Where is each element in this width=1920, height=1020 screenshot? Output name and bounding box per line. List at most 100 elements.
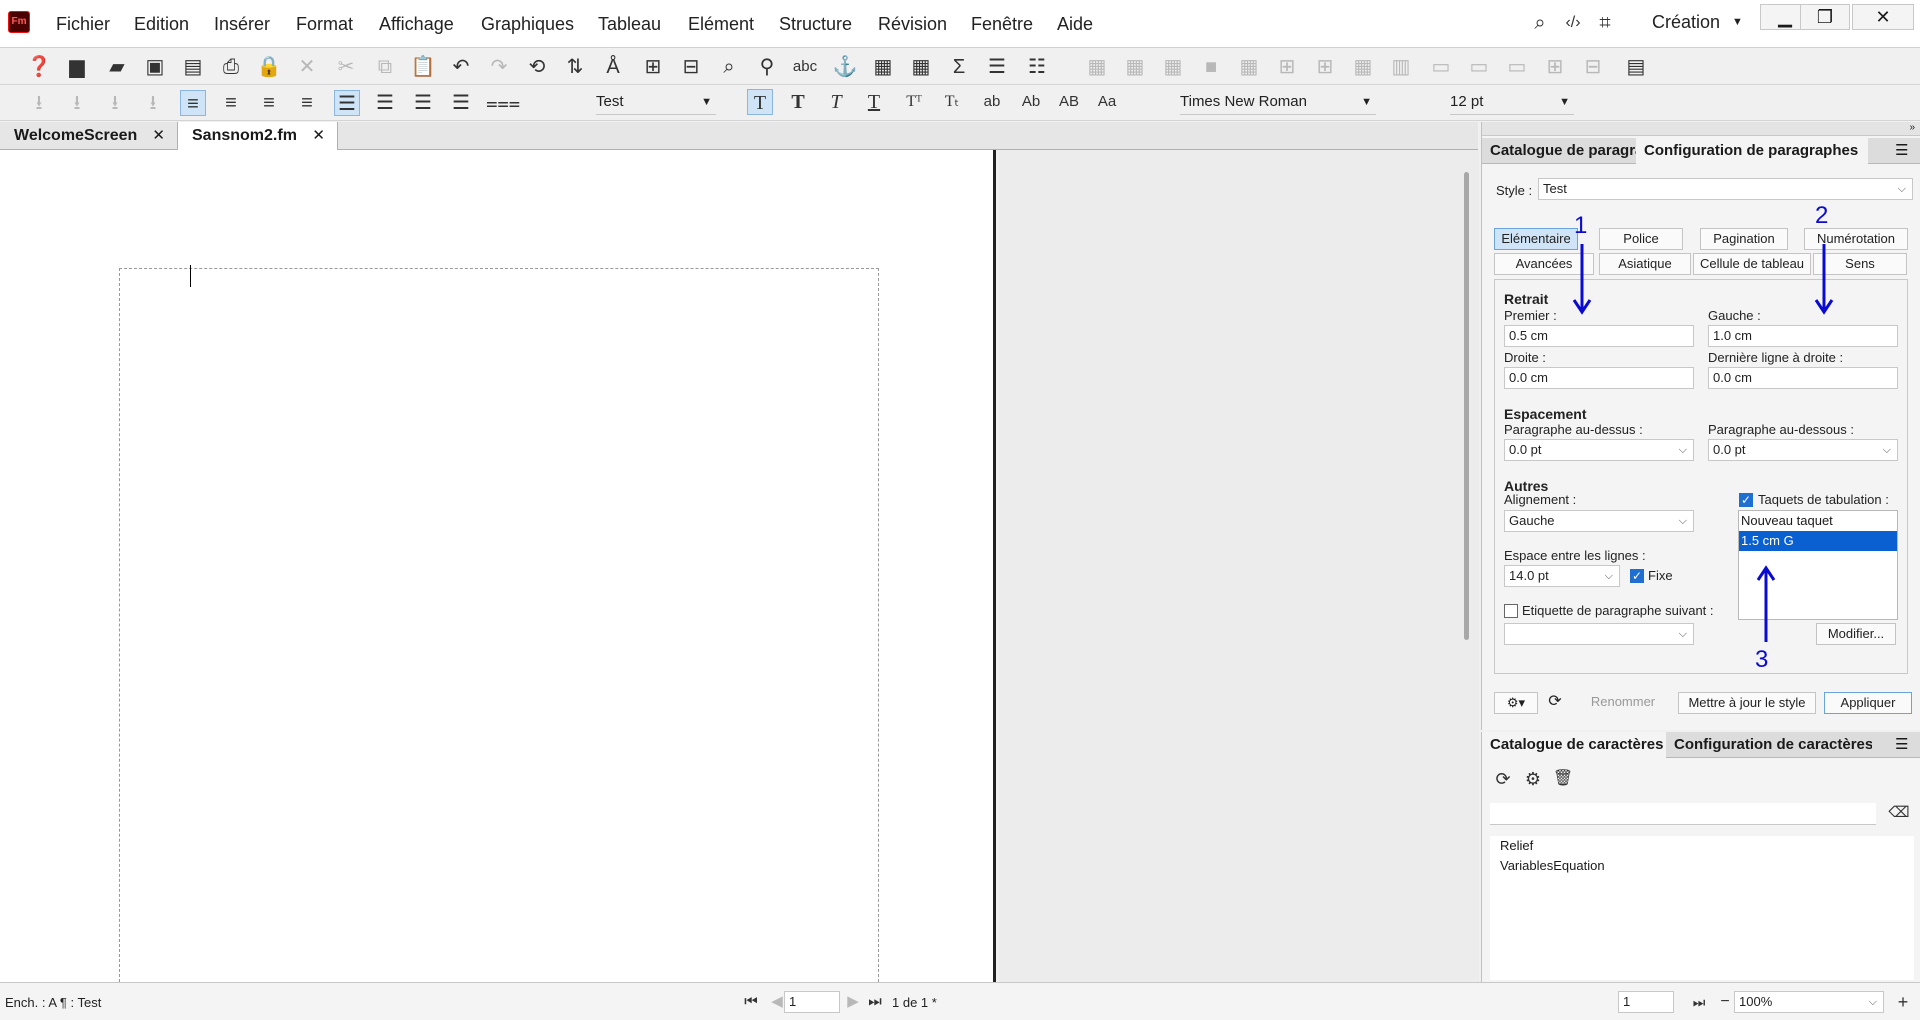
menu-inserer[interactable]: Insérer bbox=[214, 14, 270, 35]
list-item[interactable]: Relief bbox=[1490, 836, 1914, 856]
table-tool-icon[interactable]: ▥ bbox=[1388, 54, 1414, 80]
subtab-asiatique[interactable]: Asiatique bbox=[1599, 253, 1691, 275]
underline-icon[interactable]: T bbox=[861, 89, 887, 115]
font-size-combo[interactable]: 12 pt ▼ bbox=[1450, 89, 1574, 115]
table-tool-icon[interactable]: ⊞ bbox=[1542, 54, 1568, 80]
panel-collapse-icon[interactable]: » bbox=[1482, 122, 1920, 136]
numbered-list-icon[interactable]: ☷ bbox=[1024, 54, 1050, 80]
panel-menu-icon[interactable]: ☰ bbox=[1887, 138, 1917, 164]
paragraph-tag-combo[interactable]: Test ▼ bbox=[596, 89, 716, 115]
tab-welcomescreen[interactable]: WelcomeScreen ✕ bbox=[0, 122, 178, 150]
list-item[interactable]: Nouveau taquet bbox=[1739, 511, 1897, 531]
spellcheck-icon[interactable]: abc bbox=[792, 54, 818, 80]
refresh-icon[interactable]: ⟳ bbox=[1490, 766, 1516, 792]
droite-field[interactable]: 0.0 cm bbox=[1504, 367, 1694, 389]
copy-icon[interactable]: ⧉ bbox=[372, 54, 398, 80]
subtab-police[interactable]: Police bbox=[1599, 228, 1683, 250]
text-plain-icon[interactable]: T bbox=[747, 89, 773, 115]
alignement-select[interactable]: Gauche ⌵ bbox=[1504, 510, 1694, 532]
apply-button[interactable]: Appliquer bbox=[1824, 692, 1912, 714]
subscript-icon[interactable]: Tₜ bbox=[939, 89, 965, 115]
table-tool-icon[interactable]: ▭ bbox=[1504, 54, 1530, 80]
premier-field[interactable]: 0.5 cm bbox=[1504, 325, 1694, 347]
menu-fenetre[interactable]: Fenêtre bbox=[971, 14, 1033, 35]
menu-edition[interactable]: Edition bbox=[134, 14, 189, 35]
equation-icon[interactable]: Σ bbox=[946, 54, 972, 80]
reorder-icon[interactable]: ⇅ bbox=[562, 54, 588, 80]
espace-lignes-field[interactable]: 14.0 pt ⌵ bbox=[1504, 565, 1620, 587]
taquets-checkbox[interactable]: ✓ bbox=[1739, 493, 1753, 507]
gear-icon[interactable]: ⚙▾ bbox=[1494, 692, 1538, 714]
arrow-down-icon[interactable]: ⭳ bbox=[26, 90, 52, 116]
restore-button[interactable]: ❐ bbox=[1800, 4, 1850, 30]
tab-configuration-paragraphes[interactable]: Configuration de paragraphes bbox=[1636, 138, 1868, 164]
page-input[interactable]: 1 bbox=[784, 991, 840, 1013]
gauche-field[interactable]: 1.0 cm bbox=[1708, 325, 1898, 347]
tab-catalogue-paragraphes[interactable]: Catalogue de paragraphes bbox=[1482, 138, 1636, 164]
help-icon[interactable]: ❓ bbox=[26, 54, 52, 80]
refresh-icon[interactable]: ⟳ bbox=[1542, 692, 1568, 714]
dessus-field[interactable]: 0.0 pt ⌵ bbox=[1504, 439, 1694, 461]
character-search-input[interactable] bbox=[1490, 803, 1876, 825]
bullet-list-icon[interactable]: ☰ bbox=[984, 54, 1010, 80]
menu-element[interactable]: Elément bbox=[688, 14, 754, 35]
subtab-pagination[interactable]: Pagination bbox=[1700, 228, 1788, 250]
suivant-checkbox[interactable] bbox=[1504, 604, 1518, 618]
line-spacing-icon[interactable]: ☰ bbox=[410, 90, 436, 116]
trash-icon[interactable]: 🗑 bbox=[1550, 766, 1576, 792]
table-tool-icon[interactable]: ⊟ bbox=[1580, 54, 1606, 80]
table-tool-icon[interactable]: ⊞ bbox=[1274, 54, 1300, 80]
save-icon[interactable]: ▣ bbox=[142, 54, 168, 80]
open-folder-icon[interactable]: ▰ bbox=[104, 54, 130, 80]
text-frame[interactable] bbox=[119, 268, 879, 982]
superscript-icon[interactable]: Tᵀ bbox=[901, 89, 927, 115]
arrow-down-icon[interactable]: ⭳ bbox=[140, 90, 166, 116]
delete-icon[interactable]: ✕ bbox=[294, 54, 320, 80]
clear-search-icon[interactable]: ⌫ bbox=[1886, 800, 1912, 826]
tab-catalogue-caracteres[interactable]: Catalogue de caractères bbox=[1482, 732, 1666, 758]
footnote-icon[interactable]: ▦ bbox=[870, 54, 896, 80]
menu-aide[interactable]: Aide bbox=[1057, 14, 1093, 35]
list-item[interactable]: VariablesEquation bbox=[1490, 856, 1914, 876]
page-input-secondary[interactable]: 1 bbox=[1618, 991, 1674, 1013]
line-spacing-icon[interactable]: ☰ bbox=[372, 90, 398, 116]
list-item[interactable]: 1.5 cm G bbox=[1739, 531, 1897, 551]
zoom-icon[interactable]: ⚲ bbox=[754, 54, 780, 80]
save-all-icon[interactable]: ▤ bbox=[180, 54, 206, 80]
find-icon[interactable]: ⌕ bbox=[716, 54, 742, 80]
frame-icon[interactable]: ⌗ bbox=[1592, 10, 1618, 36]
vertical-scrollbar[interactable] bbox=[1464, 172, 1469, 640]
fixe-checkbox[interactable]: ✓ bbox=[1630, 569, 1644, 583]
table-icon[interactable]: ▦ bbox=[908, 54, 934, 80]
derniere-ligne-field[interactable]: 0.0 cm bbox=[1708, 367, 1898, 389]
print-icon[interactable]: ⎙ bbox=[218, 54, 244, 80]
update-style-button[interactable]: Mettre à jour le style bbox=[1678, 692, 1816, 714]
menu-graphiques[interactable]: Graphiques bbox=[481, 14, 574, 35]
close-button[interactable]: ✕ bbox=[1852, 4, 1914, 30]
cross-ref-icon[interactable]: ⊟ bbox=[678, 54, 704, 80]
italic-icon[interactable]: T bbox=[823, 89, 849, 115]
suivant-select[interactable]: ⌵ bbox=[1504, 623, 1694, 645]
tab-sansnom2[interactable]: Sansnom2.fm ✕ bbox=[178, 122, 338, 150]
table-tool-icon[interactable]: ▦ bbox=[1122, 54, 1148, 80]
zoom-in-icon[interactable]: + bbox=[1890, 989, 1916, 1015]
smallcaps-icon[interactable]: Aa bbox=[1094, 89, 1120, 115]
menu-fichier[interactable]: Fichier bbox=[56, 14, 110, 35]
zoom-select[interactable]: 100% ⌵ bbox=[1734, 991, 1884, 1013]
gear-icon[interactable]: ⚙ bbox=[1520, 766, 1546, 792]
arrow-down-icon[interactable]: ⭳ bbox=[102, 90, 128, 116]
variable-icon[interactable]: ⊞ bbox=[640, 54, 666, 80]
font-family-combo[interactable]: Times New Roman ▼ bbox=[1180, 89, 1376, 115]
text-insert-icon[interactable]: Å bbox=[600, 54, 626, 80]
table-tool-icon[interactable]: ▦ bbox=[1236, 54, 1262, 80]
dessous-field[interactable]: 0.0 pt ⌵ bbox=[1708, 439, 1898, 461]
modifier-button[interactable]: Modifier... bbox=[1816, 623, 1896, 645]
table-tool-icon[interactable]: ▭ bbox=[1428, 54, 1454, 80]
code-view-icon[interactable]: ‹/› bbox=[1560, 10, 1586, 36]
table-tool-icon[interactable]: ▭ bbox=[1466, 54, 1492, 80]
close-icon[interactable]: ✕ bbox=[152, 122, 165, 150]
lock-icon[interactable]: 🔒 bbox=[256, 54, 282, 80]
tab-configuration-caracteres[interactable]: Configuration de caractères bbox=[1666, 732, 1872, 758]
table-tool-icon[interactable]: ⊞ bbox=[1312, 54, 1338, 80]
last-page-icon[interactable]: ⏭ bbox=[862, 989, 888, 1015]
